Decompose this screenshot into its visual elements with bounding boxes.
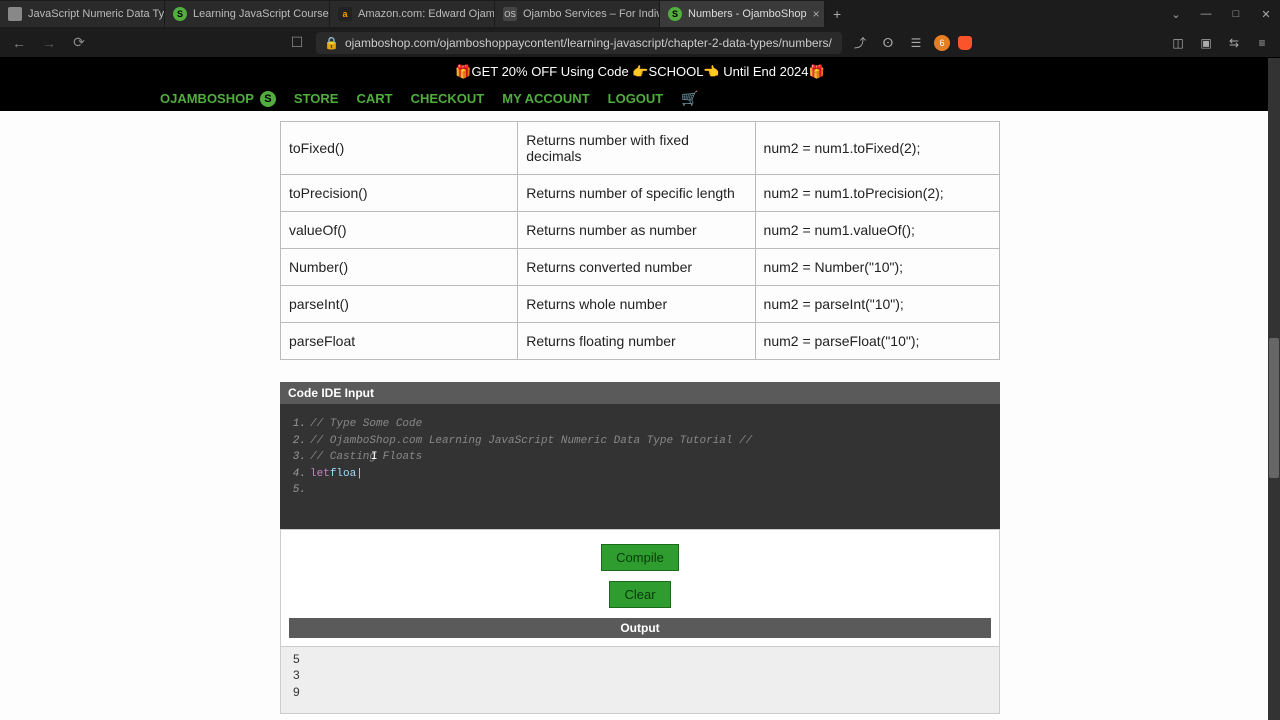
desc-cell: Returns number of specific length xyxy=(518,175,755,212)
shield-badge[interactable]: 6 xyxy=(934,35,950,51)
example-cell: num2 = num1.toPrecision(2); xyxy=(755,175,999,212)
desc-cell: Returns floating number xyxy=(518,323,755,360)
tab-title: Ojambo Services – For Individu xyxy=(523,8,660,20)
tab-0[interactable]: JavaScript Numeric Data Type xyxy=(0,1,165,27)
logo-icon: S xyxy=(260,91,276,107)
tab-strip: JavaScript Numeric Data Type S Learning J… xyxy=(0,0,1162,28)
window-controls: ⌄ — □ ✕ xyxy=(1162,4,1280,24)
favicon-icon: a xyxy=(338,7,352,21)
sidebar-icon[interactable]: ◫ xyxy=(1168,33,1188,53)
method-cell: toPrecision() xyxy=(281,175,518,212)
nav-logout[interactable]: LOGOUT xyxy=(608,91,664,106)
table-row: parseInt()Returns whole numbernum2 = par… xyxy=(281,286,1000,323)
settings-icon[interactable]: ⇆ xyxy=(1224,33,1244,53)
forward-button[interactable]: → xyxy=(38,32,60,54)
table-row: toPrecision()Returns number of specific … xyxy=(281,175,1000,212)
clear-button[interactable]: Clear xyxy=(609,581,670,608)
maximize-icon[interactable]: □ xyxy=(1222,4,1250,24)
method-cell: parseFloat xyxy=(281,323,518,360)
tab-title: Numbers - OjamboShop xyxy=(688,8,807,20)
desc-cell: Returns whole number xyxy=(518,286,755,323)
brave-icon[interactable] xyxy=(958,36,972,50)
favicon-icon: S xyxy=(668,7,682,21)
example-cell: num2 = num1.toFixed(2); xyxy=(755,122,999,175)
scrollbar[interactable] xyxy=(1268,58,1280,720)
table-row: parseFloatReturns floating numbernum2 = … xyxy=(281,323,1000,360)
tab-title: JavaScript Numeric Data Type xyxy=(28,8,165,20)
table-row: valueOf()Returns number as numbernum2 = … xyxy=(281,212,1000,249)
tab-3[interactable]: OS Ojambo Services – For Individu xyxy=(495,1,660,27)
methods-table: toFixed()Returns number with fixed decim… xyxy=(280,121,1000,360)
table-row: Number()Returns converted numbernum2 = N… xyxy=(281,249,1000,286)
bookmark-icon[interactable]: ☐ xyxy=(286,32,308,54)
desc-cell: Returns number with fixed decimals xyxy=(518,122,755,175)
desc-cell: Returns number as number xyxy=(518,212,755,249)
tab-4[interactable]: S Numbers - OjamboShop × xyxy=(660,1,825,27)
output-panel: 539 xyxy=(280,647,1000,714)
favicon-icon xyxy=(8,7,22,21)
minimize-icon[interactable]: — xyxy=(1192,4,1220,24)
example-cell: num2 = parseFloat("10"); xyxy=(755,323,999,360)
wallet-icon[interactable]: ▣ xyxy=(1196,33,1216,53)
tab-1[interactable]: S Learning JavaScript Course - O xyxy=(165,1,330,27)
lock-icon: 🔒 xyxy=(324,36,339,50)
share-icon[interactable]: ⤴ xyxy=(850,33,870,53)
reload-button[interactable]: ⟳ xyxy=(68,32,90,54)
favicon-icon: S xyxy=(173,7,187,21)
reader-icon[interactable]: ☰ xyxy=(906,33,926,53)
table-row: toFixed()Returns number with fixed decim… xyxy=(281,122,1000,175)
code-editor[interactable]: 1.// Type Some Code2.// OjamboShop.com L… xyxy=(280,404,1000,529)
site-nav: OJAMBOSHOP S STORE CART CHECKOUT MY ACCO… xyxy=(0,86,1280,111)
method-cell: toFixed() xyxy=(281,122,518,175)
tab-2[interactable]: a Amazon.com: Edward Ojambo xyxy=(330,1,495,27)
url-bar[interactable]: 🔒 ojamboshop.com/ojamboshoppaycontent/le… xyxy=(316,32,842,54)
url-text: ojamboshop.com/ojamboshoppaycontent/lear… xyxy=(345,36,832,50)
method-cell: valueOf() xyxy=(281,212,518,249)
promo-banner: 🎁GET 20% OFF Using Code 👉SCHOOL👈 Until E… xyxy=(0,58,1280,86)
nav-checkout[interactable]: CHECKOUT xyxy=(411,91,485,106)
favicon-icon: OS xyxy=(503,7,517,21)
nav-store[interactable]: STORE xyxy=(294,91,339,106)
nav-account[interactable]: MY ACCOUNT xyxy=(502,91,589,106)
customize-icon[interactable]: ⌄ xyxy=(1162,4,1190,24)
desc-cell: Returns converted number xyxy=(518,249,755,286)
close-tab-icon[interactable]: × xyxy=(813,7,820,21)
back-button[interactable]: ← xyxy=(8,32,30,54)
brand-link[interactable]: OJAMBOSHOP xyxy=(160,91,254,106)
output-header: Output xyxy=(289,618,991,638)
tab-title: Learning JavaScript Course - O xyxy=(193,8,330,20)
tab-title: Amazon.com: Edward Ojambo xyxy=(358,8,495,20)
compile-button[interactable]: Compile xyxy=(601,544,679,571)
example-cell: num2 = num1.valueOf(); xyxy=(755,212,999,249)
rss-icon[interactable]: ⵙ xyxy=(878,33,898,53)
nav-cart[interactable]: CART xyxy=(356,91,392,106)
close-window-icon[interactable]: ✕ xyxy=(1252,4,1280,24)
method-cell: parseInt() xyxy=(281,286,518,323)
cart-icon[interactable]: 🛒 xyxy=(681,90,698,107)
example-cell: num2 = parseInt("10"); xyxy=(755,286,999,323)
ide-input-header: Code IDE Input xyxy=(280,382,1000,404)
new-tab-button[interactable]: + xyxy=(825,6,849,22)
menu-icon[interactable]: ≡ xyxy=(1252,33,1272,53)
example-cell: num2 = Number("10"); xyxy=(755,249,999,286)
method-cell: Number() xyxy=(281,249,518,286)
